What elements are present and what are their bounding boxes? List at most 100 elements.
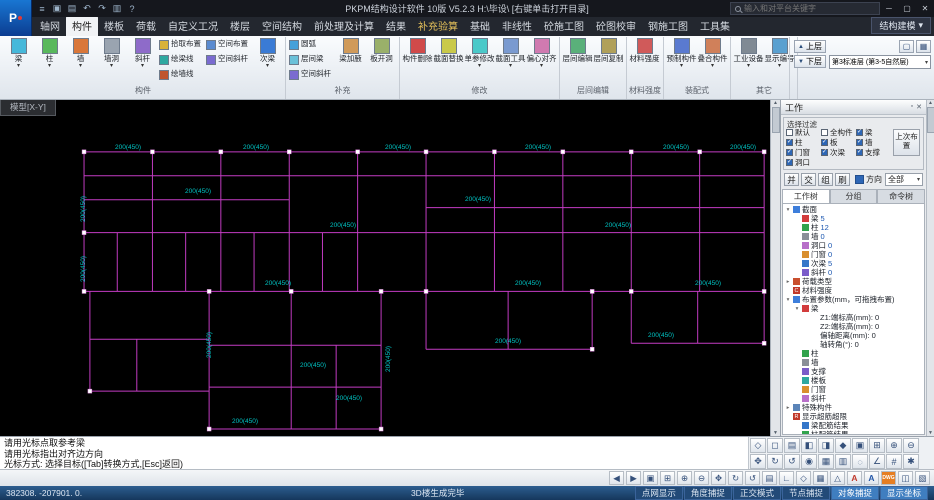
tree-node[interactable]: 支撑 (783, 367, 924, 376)
osnap-icon[interactable]: ◇ (796, 471, 811, 485)
ribbon-button[interactable]: 空间斜杆 (288, 67, 335, 82)
rotate-view-icon[interactable]: ↻ (767, 454, 783, 469)
zoom-fit-icon[interactable]: ▣ (643, 471, 658, 485)
wireframe-icon[interactable]: ▦ (818, 454, 834, 469)
ribbon-button[interactable]: 柱 (34, 37, 65, 83)
tree-node[interactable]: 梁 5 (783, 214, 924, 223)
grid-icon[interactable]: ▦ (813, 471, 828, 485)
dwg-export-icon[interactable]: DWG (881, 471, 896, 485)
drawing-canvas[interactable]: 模型[X-Y] (0, 100, 770, 436)
ribbon-button[interactable]: 斜杆 (127, 37, 158, 83)
floor-up-button[interactable]: ▲上层 (794, 40, 826, 53)
hide-line-icon[interactable]: ▥ (835, 454, 851, 469)
ribbon-button[interactable]: 工业设备 (733, 37, 764, 83)
ribbon-button[interactable]: 层间梁 (288, 52, 335, 67)
floor-selector[interactable]: 第3标准层 (第3-5自然层) ▾ (829, 55, 931, 69)
ribbon-tab[interactable]: 结果 (380, 16, 412, 36)
ribbon-button[interactable]: 叠合构件 (697, 37, 728, 83)
filter-action-button[interactable]: 并 (784, 173, 799, 186)
ribbon-tab[interactable]: 楼层 (224, 16, 256, 36)
scope-select[interactable]: 全部▾ (885, 173, 923, 186)
prev-view-icon[interactable]: ↺ (745, 471, 760, 485)
text-bigger-icon[interactable]: A (847, 471, 862, 485)
minimize-button[interactable]: ─ (880, 2, 898, 15)
ribbon-tab[interactable]: 钢施工图 (642, 16, 694, 36)
tree-expand-icon[interactable]: ▸ (785, 279, 791, 285)
status-toggle-button[interactable]: 显示坐标 (880, 486, 928, 500)
zoom-in-icon[interactable]: ⊕ (677, 471, 692, 485)
app-logo[interactable]: P (0, 0, 32, 36)
pan-icon[interactable]: ✥ (750, 454, 766, 469)
back-icon[interactable]: ◀ (609, 471, 624, 485)
capture-icon[interactable]: ◫ (898, 471, 913, 485)
ribbon-button[interactable]: 层间复制 (593, 37, 624, 83)
ribbon-tab[interactable]: 前处理及计算 (308, 16, 380, 36)
search-input[interactable] (744, 4, 875, 13)
ribbon-button[interactable]: 次梁 (252, 37, 283, 83)
status-toggle-button[interactable]: 角度捕捉 (684, 486, 732, 500)
tree-node[interactable]: 梁配筋结果 (783, 421, 924, 430)
filter-checkbox[interactable]: 次梁 (821, 147, 856, 157)
image-save-icon[interactable]: ▧ (915, 471, 930, 485)
status-toggle-button[interactable]: 对象捕捉 (831, 486, 879, 500)
whole-building-icon[interactable]: ▦ (916, 40, 931, 53)
ribbon-tab[interactable]: 补充验算 (412, 16, 464, 36)
ribbon-button[interactable]: 梁 (3, 37, 34, 83)
ribbon-button[interactable]: 材料强度 (629, 37, 660, 83)
maximize-button[interactable]: ▢ (898, 2, 916, 15)
tree-node[interactable]: 楼板 (783, 376, 924, 385)
forward-icon[interactable]: ▶ (626, 471, 641, 485)
axis-icon[interactable]: ∠ (869, 454, 885, 469)
zoom-out-icon[interactable]: ⊖ (694, 471, 709, 485)
undo-icon[interactable]: ↶ (81, 3, 93, 15)
tree-node[interactable]: 墙 0 (783, 232, 924, 241)
tree-node[interactable]: ▾ 截面 (783, 205, 924, 214)
tree-node[interactable]: 柱 12 (783, 223, 924, 232)
filter-checkbox[interactable]: 洞口 (786, 157, 821, 167)
ribbon-button[interactable]: 墙洞 (96, 37, 127, 83)
ribbon-button[interactable]: 空间斜杆 (205, 52, 252, 67)
ribbon-button[interactable]: 拾取布置 (158, 37, 205, 52)
grid-icon[interactable]: # (886, 454, 902, 469)
zoom-out-icon[interactable]: ⊖ (903, 438, 919, 453)
tree-expand-icon[interactable]: ▾ (785, 207, 791, 213)
scrollbar-thumb[interactable] (927, 107, 934, 133)
tree-node[interactable]: 洞口 0 (783, 241, 924, 250)
ribbon-tab[interactable]: 非线性 (496, 16, 538, 36)
panel-tab[interactable]: 分组 (830, 189, 878, 203)
ribbon-button[interactable]: 构件删除 (402, 37, 433, 83)
iso-view-icon[interactable]: ◇ (750, 438, 766, 453)
canvas-scrollbar[interactable]: ▲ ▼ (770, 100, 780, 436)
right-view-icon[interactable]: ◨ (818, 438, 834, 453)
ribbon-button[interactable]: 空间布置 (205, 37, 252, 52)
shade-mode-icon[interactable]: ◉ (801, 454, 817, 469)
ribbon-button[interactable]: 截面工具 (495, 37, 526, 83)
ribbon-tab[interactable]: 轴网 (34, 16, 66, 36)
tree-node[interactable]: R 显示超筋超限 (783, 412, 924, 421)
save-icon[interactable]: ▣ (51, 3, 63, 15)
status-toggle-button[interactable]: 正交模式 (733, 486, 781, 500)
text-smaller-icon[interactable]: A (864, 471, 879, 485)
filter-action-button[interactable]: 组 (818, 173, 833, 186)
ribbon-tab[interactable]: 工具集 (694, 16, 736, 36)
filter-checkbox[interactable]: 柱 (786, 137, 821, 147)
left-view-icon[interactable]: ◧ (801, 438, 817, 453)
app-menu-icon[interactable]: ≡ (36, 3, 48, 15)
display-settings-icon[interactable]: ✱ (903, 454, 919, 469)
panel-scrollbar[interactable]: ▲ ▼ (926, 100, 934, 436)
tree-node[interactable]: 柱 (783, 349, 924, 358)
zoom-window-icon[interactable]: ⊞ (660, 471, 675, 485)
scroll-up-icon[interactable]: ▲ (773, 100, 778, 106)
pan-icon[interactable]: ✥ (711, 471, 726, 485)
ribbon-button[interactable]: 偏心对齐 (526, 37, 557, 83)
search-box[interactable] (730, 2, 880, 15)
panel-tab[interactable]: 命令树 (877, 189, 925, 203)
filter-checkbox[interactable]: 梁 (856, 127, 891, 137)
tree-node[interactable]: 门窗 0 (783, 250, 924, 259)
ortho-icon[interactable]: ∟ (779, 471, 794, 485)
ribbon-tab[interactable]: 构件 (66, 16, 98, 36)
tree-expand-icon[interactable]: ▸ (785, 405, 791, 411)
ribbon-button[interactable]: 绘梁线 (158, 52, 205, 67)
scroll-up-icon[interactable]: ▲ (928, 100, 933, 106)
close-icon[interactable]: ✕ (916, 103, 922, 111)
